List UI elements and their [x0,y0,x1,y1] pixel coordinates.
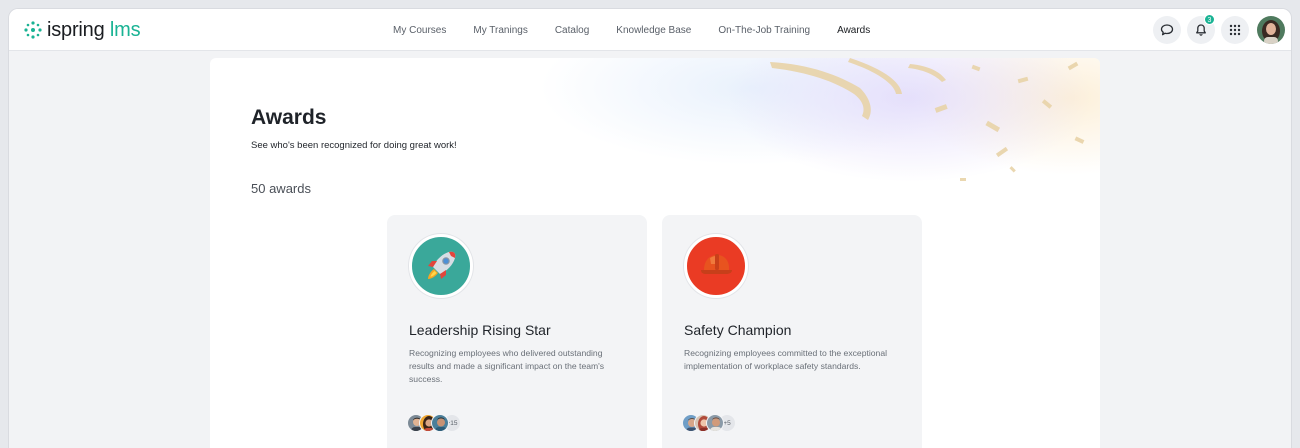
logo-sparkle-icon [24,21,42,39]
nav-item-awards[interactable]: Awards [837,25,870,36]
apps-grid-icon [1229,24,1241,36]
user-avatar[interactable] [1257,16,1285,44]
top-navigation-bar: ispring lms My Courses My Tranings Catal… [9,9,1291,51]
page-title: Awards [251,106,327,129]
top-actions: 3 [1153,14,1285,45]
bell-icon [1196,24,1206,36]
messages-button[interactable] [1153,16,1181,44]
award-icon-badge [409,234,473,298]
recipients-avatars[interactable]: +5 [682,412,736,434]
app-window: ispring lms My Courses My Tranings Catal… [8,8,1292,448]
recipient-avatar [431,414,449,432]
notifications-count-badge: 3 [1204,14,1215,25]
award-card-safety-champion[interactable]: Safety Champion Recognizing employees co… [662,215,922,448]
nav-item-catalog[interactable]: Catalog [555,25,589,36]
award-title: Safety Champion [684,322,792,338]
nav-item-on-the-job-training[interactable]: On-The-Job Training [718,25,810,36]
apps-button[interactable] [1221,16,1249,44]
award-icon-badge [684,234,748,298]
award-title: Leadership Rising Star [409,322,551,338]
notifications-button[interactable]: 3 [1187,14,1215,44]
recipient-avatar [706,414,724,432]
main-nav: My Courses My Tranings Catalog Knowledge… [393,9,897,51]
rocket-icon [428,251,456,279]
ispring-lms-logo[interactable]: ispring lms [23,18,141,42]
awards-page: Awards See who's been recognized for doi… [210,58,1100,448]
page-subtitle: See who's been recognized for doing grea… [251,140,457,151]
hard-hat-icon [701,254,732,274]
user-avatar-image [1257,16,1285,44]
confetti-decoration [770,58,1085,181]
awards-count: 50 awards [251,181,311,196]
nav-item-knowledge-base[interactable]: Knowledge Base [616,25,691,36]
award-description: Recognizing employees committed to the e… [684,348,888,371]
award-card-leadership-rising-star[interactable]: Leadership Rising Star Recognizing emplo… [387,215,647,448]
nav-item-my-trainings[interactable]: My Tranings [473,25,527,36]
chat-bubble-icon [1160,24,1174,36]
recipients-avatars[interactable]: +15 [407,412,461,434]
award-description: Recognizing employees who delivered outs… [409,348,605,384]
nav-item-my-courses[interactable]: My Courses [393,25,446,36]
logo-wordmark: ispring lms [47,18,141,41]
